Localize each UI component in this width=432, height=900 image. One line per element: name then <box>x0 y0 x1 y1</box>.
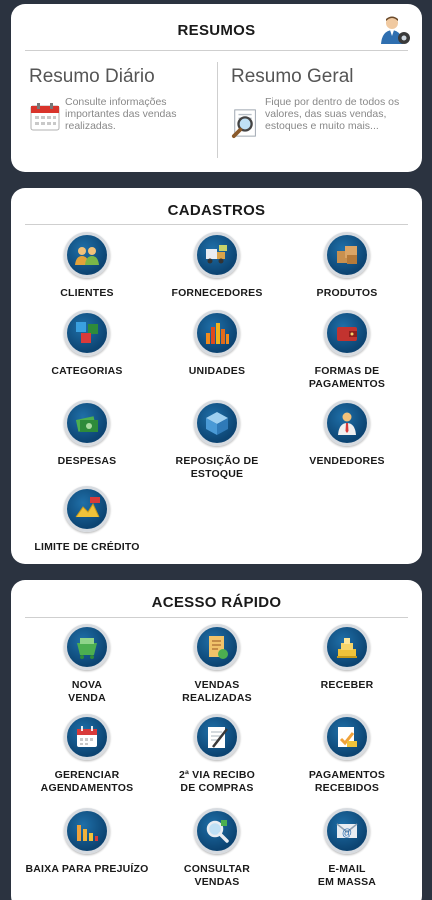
vendas-realizadas-button[interactable]: VENDAS REALIZADAS <box>149 624 285 705</box>
summaries-divider <box>25 50 408 51</box>
general-summary-button[interactable]: Resumo Geral Fique por dentro de todos o… <box>231 66 411 158</box>
summaries-header: RESUMOS <box>177 22 256 39</box>
formas-pagamento-label: FORMAS DE PAGAMENTOS <box>308 365 386 390</box>
svg-text:@: @ <box>342 828 352 839</box>
search-sales-icon <box>194 808 240 854</box>
gerenciar-agendamentos-button[interactable]: GERENCIAR AGENDAMENTOS <box>19 714 155 795</box>
calendar-icon <box>64 714 110 760</box>
formas-pagamento-button[interactable]: FORMAS DE PAGAMENTOS <box>279 310 415 391</box>
credit-limit-icon <box>64 486 110 532</box>
clientes-button[interactable]: CLIENTES <box>19 232 155 300</box>
daily-summary-title: Resumo Diário <box>29 66 155 87</box>
limite-credito-label: LIMITE DE CRÉDITO <box>34 541 140 553</box>
vendedores-button[interactable]: VENDEDORES <box>279 400 415 468</box>
produtos-label: PRODUTOS <box>316 287 378 299</box>
loss-icon <box>64 808 110 854</box>
produtos-button[interactable]: PRODUTOS <box>279 232 415 300</box>
customers-icon <box>64 232 110 278</box>
baixa-prejuizo-button[interactable]: BAIXA PARA PREJUÍZO <box>19 808 155 876</box>
unidades-label: UNIDADES <box>188 365 246 377</box>
email-massa-label: E-MAIL EM MASSA <box>317 863 377 888</box>
vendas-realizadas-label: VENDAS REALIZADAS <box>182 679 252 704</box>
reposicao-estoque-label: REPOSIÇÃO DE ESTOQUE <box>175 455 259 480</box>
fornecedores-label: FORNECEDORES <box>171 287 263 299</box>
products-icon <box>324 232 370 278</box>
consultar-vendas-label: CONSULTAR VENDAS <box>183 863 251 888</box>
reposicao-estoque-button[interactable]: REPOSIÇÃO DE ESTOQUE <box>149 400 285 481</box>
mass-email-icon: @ <box>324 808 370 854</box>
daily-summary-button[interactable]: Resumo Diário Consulte informações impor… <box>29 66 215 158</box>
payments-received-icon <box>324 714 370 760</box>
sales-done-icon <box>194 624 240 670</box>
restock-icon <box>194 400 240 446</box>
calendar-icon <box>30 103 60 131</box>
nova-venda-label: NOVA VENDA <box>68 679 106 704</box>
clientes-label: CLIENTES <box>60 287 114 299</box>
nova-venda-button[interactable]: NOVA VENDA <box>19 624 155 705</box>
daily-summary-description: Consulte informações importantes das ven… <box>65 96 177 132</box>
units-icon <box>194 310 240 356</box>
pagamentos-recebidos-button[interactable]: PAGAMENTOS RECEBIDOS <box>279 714 415 795</box>
despesas-button[interactable]: DESPESAS <box>19 400 155 468</box>
receipt-icon <box>194 714 240 760</box>
baixa-prejuizo-label: BAIXA PARA PREJUÍZO <box>25 863 149 875</box>
despesas-label: DESPESAS <box>57 455 117 467</box>
quick-access-header: ACESSO RÁPIDO <box>151 594 282 611</box>
quick-access-divider <box>25 617 408 618</box>
categories-icon <box>64 310 110 356</box>
categorias-button[interactable]: CATEGORIAS <box>19 310 155 378</box>
segunda-via-recibo-button[interactable]: 2ª VIA RECIBO DE COMPRAS <box>149 714 285 795</box>
registrations-header: CADASTROS <box>167 202 266 219</box>
vendedores-label: VENDEDORES <box>309 455 385 467</box>
wallet-icon <box>324 310 370 356</box>
user-settings-icon[interactable] <box>378 14 412 48</box>
registrations-divider <box>25 224 408 225</box>
registrations-card: CADASTROS CLIENTES FORNECEDORES PRODUTOS… <box>11 188 422 564</box>
categorias-label: CATEGORIAS <box>51 365 123 377</box>
receber-label: RECEBER <box>320 679 374 691</box>
unidades-button[interactable]: UNIDADES <box>149 310 285 378</box>
expenses-icon <box>64 400 110 446</box>
email-massa-button[interactable]: @ E-MAIL EM MASSA <box>279 808 415 889</box>
receive-icon <box>324 624 370 670</box>
gerenciar-agendamentos-label: GERENCIAR AGENDAMENTOS <box>40 769 134 794</box>
quick-access-card: ACESSO RÁPIDO NOVA VENDA VENDAS REALIZAD… <box>11 580 422 900</box>
pagamentos-recebidos-label: PAGAMENTOS RECEBIDOS <box>308 769 386 794</box>
summaries-card: RESUMOS Resumo Diário Consulte informaçõ… <box>11 4 422 172</box>
consultar-vendas-button[interactable]: CONSULTAR VENDAS <box>149 808 285 889</box>
limite-credito-button[interactable]: LIMITE DE CRÉDITO <box>19 486 155 554</box>
fornecedores-button[interactable]: FORNECEDORES <box>149 232 285 300</box>
segunda-via-recibo-label: 2ª VIA RECIBO DE COMPRAS <box>178 769 256 794</box>
suppliers-icon <box>194 232 240 278</box>
summary-vertical-divider <box>217 62 218 158</box>
general-summary-description: Fique por dentro de todos os valores, da… <box>265 96 400 132</box>
general-summary-title: Resumo Geral <box>231 66 354 87</box>
sellers-icon <box>324 400 370 446</box>
report-magnifier-icon <box>231 109 256 138</box>
new-sale-icon <box>64 624 110 670</box>
receber-button[interactable]: RECEBER <box>279 624 415 692</box>
